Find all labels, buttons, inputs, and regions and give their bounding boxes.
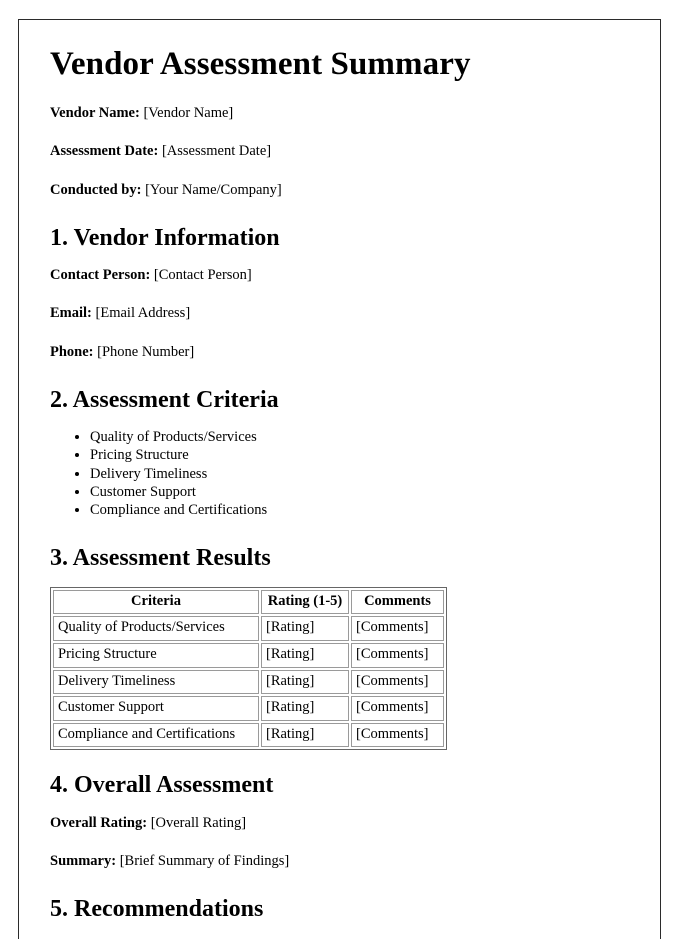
field-value: [Email Address]	[95, 305, 191, 322]
field-email: Email: [Email Address]	[50, 304, 630, 322]
section-heading-assessment-results: 3. Assessment Results	[50, 545, 271, 572]
section-heading-vendor-information: 1. Vendor Information	[50, 224, 280, 251]
assessment-criteria-list: Quality of Products/Services Pricing Str…	[50, 428, 630, 519]
header-fields: Vendor Name: [Vendor Name] Assessment Da…	[50, 104, 630, 198]
field-value: [Phone Number]	[97, 343, 195, 360]
field-label: Vendor Name:	[50, 105, 140, 122]
field-value: [Overall Rating]	[150, 814, 247, 831]
cell-criteria: Delivery Timeliness	[53, 669, 259, 695]
field-label: Email:	[50, 305, 92, 322]
assessment-results-table: Criteria Rating (1-5) Comments Quality o…	[50, 586, 447, 751]
cell-criteria: Quality of Products/Services	[53, 616, 259, 641]
field-value: [Vendor Name]	[143, 105, 234, 122]
cell-criteria: Customer Support	[53, 696, 259, 721]
list-item: Compliance and Certifications	[90, 501, 630, 519]
list-item: Pricing Structure	[90, 446, 630, 464]
field-summary: Summary: [Brief Summary of Findings]	[50, 852, 630, 870]
table-header-row: Criteria Rating (1-5) Comments	[53, 589, 444, 615]
document-page: Vendor Assessment Summary Vendor Name: […	[18, 19, 661, 939]
field-value: [Assessment Date]	[161, 143, 272, 160]
document-body: Vendor Assessment Summary Vendor Name: […	[19, 20, 660, 924]
table-row: Pricing Structure [Rating] [Comments]	[53, 642, 444, 668]
field-overall-rating: Overall Rating: [Overall Rating]	[50, 814, 630, 832]
table-row: Customer Support [Rating] [Comments]	[53, 696, 444, 721]
field-label: Overall Rating:	[50, 814, 148, 831]
cell-comments: [Comments]	[351, 616, 444, 641]
cell-rating: [Rating]	[261, 696, 349, 721]
section-heading-overall-assessment: 4. Overall Assessment	[50, 772, 274, 799]
field-vendor-name: Vendor Name: [Vendor Name]	[50, 104, 630, 122]
section-heading-assessment-criteria: 2. Assessment Criteria	[50, 386, 279, 413]
field-value: [Contact Person]	[153, 267, 252, 284]
cell-comments: [Comments]	[351, 722, 444, 748]
table-body: Quality of Products/Services [Rating] [C…	[53, 616, 444, 748]
column-header-rating: Rating (1-5)	[261, 589, 349, 615]
table-row: Quality of Products/Services [Rating] [C…	[53, 616, 444, 641]
cell-rating: [Rating]	[261, 669, 349, 695]
cell-criteria: Compliance and Certifications	[53, 722, 259, 748]
cell-comments: [Comments]	[351, 669, 444, 695]
cell-rating: [Rating]	[261, 722, 349, 748]
field-label: Summary:	[50, 852, 117, 869]
table-row: Compliance and Certifications [Rating] […	[53, 722, 444, 748]
vendor-information-fields: Contact Person: [Contact Person] Email: …	[50, 266, 630, 360]
list-item: Delivery Timeliness	[90, 465, 630, 483]
table-header: Criteria Rating (1-5) Comments	[53, 589, 444, 615]
field-contact-person: Contact Person: [Contact Person]	[50, 266, 630, 284]
cell-comments: [Comments]	[351, 642, 444, 668]
field-conducted-by: Conducted by: [Your Name/Company]	[50, 181, 630, 199]
field-value: [Brief Summary of Findings]	[119, 852, 290, 869]
cell-rating: [Rating]	[261, 616, 349, 641]
field-label: Conducted by:	[50, 181, 142, 198]
section-heading-recommendations: 5. Recommendations	[50, 896, 264, 923]
field-label: Contact Person:	[50, 267, 151, 284]
column-header-criteria: Criteria	[53, 589, 259, 615]
cell-comments: [Comments]	[351, 696, 444, 721]
cell-criteria: Pricing Structure	[53, 642, 259, 668]
field-label: Assessment Date:	[50, 143, 159, 160]
page-title: Vendor Assessment Summary	[50, 46, 471, 82]
field-assessment-date: Assessment Date: [Assessment Date]	[50, 142, 630, 160]
field-label: Phone:	[50, 343, 94, 360]
field-phone: Phone: [Phone Number]	[50, 343, 630, 361]
cell-rating: [Rating]	[261, 642, 349, 668]
table-row: Delivery Timeliness [Rating] [Comments]	[53, 669, 444, 695]
list-item: Customer Support	[90, 483, 630, 501]
field-value: [Your Name/Company]	[145, 181, 282, 198]
list-item: Quality of Products/Services	[90, 428, 630, 446]
overall-assessment-fields: Overall Rating: [Overall Rating] Summary…	[50, 814, 630, 870]
column-header-comments: Comments	[351, 589, 444, 615]
